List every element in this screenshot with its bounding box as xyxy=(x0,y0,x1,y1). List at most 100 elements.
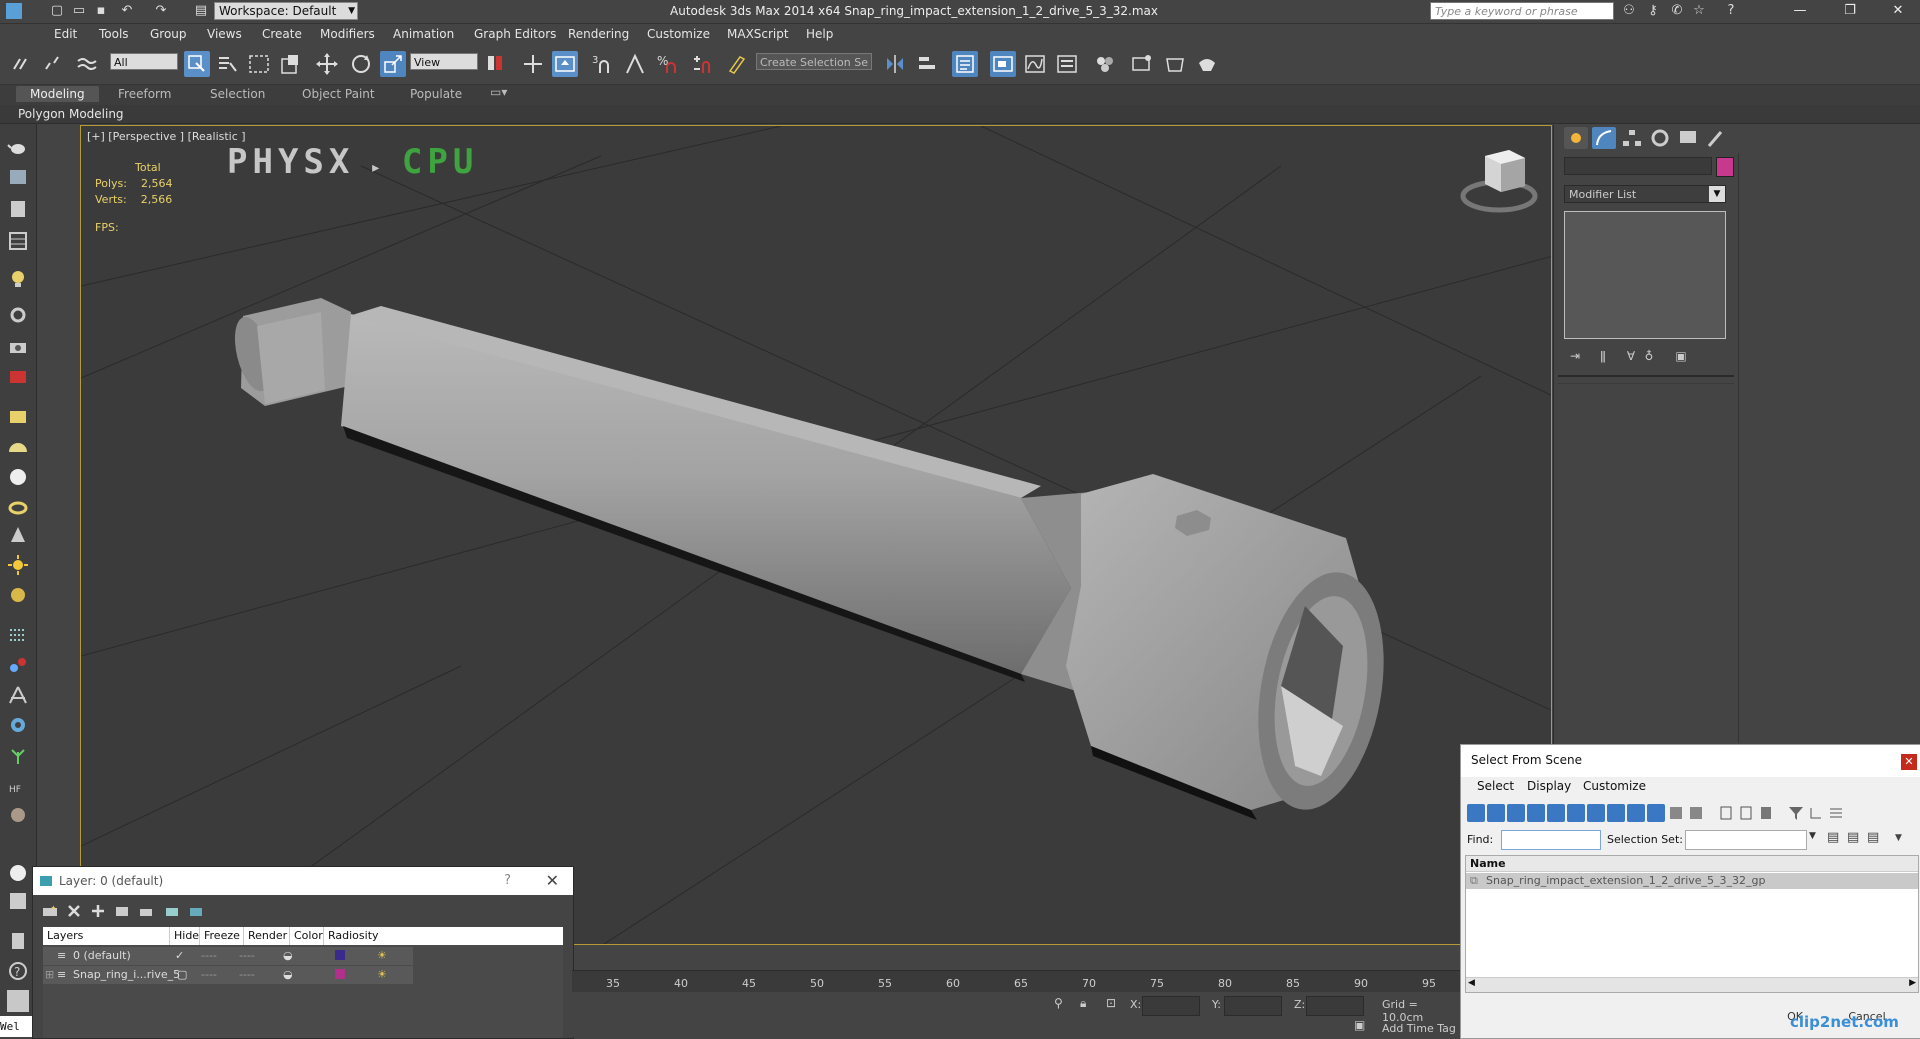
help-icon[interactable]: ? xyxy=(504,873,511,888)
keyboard-shortcut-override-icon[interactable] xyxy=(552,51,578,77)
column-header-render[interactable]: Render xyxy=(243,927,287,945)
open-file-icon[interactable]: ▭ xyxy=(70,2,88,20)
radiosity-icon[interactable]: ☀ xyxy=(377,966,387,984)
layer-row[interactable]: ⊞ ≡ Snap_ring_i...rive_5 ▢ ---- ---- ◒ ☀ xyxy=(43,966,413,984)
gold-sphere-icon[interactable] xyxy=(7,584,29,606)
particle-grid-icon[interactable] xyxy=(7,624,29,646)
menu-edit[interactable]: Edit xyxy=(54,27,77,41)
object-color-swatch[interactable] xyxy=(1716,157,1734,177)
tab-freeform[interactable]: Freeform xyxy=(118,87,171,101)
reference-coordinate-dropdown[interactable]: View xyxy=(410,53,478,70)
help-icon[interactable]: ? xyxy=(1722,2,1740,20)
display-children-icon[interactable] xyxy=(1807,804,1825,822)
close-icon[interactable]: ✕ xyxy=(1878,0,1918,22)
hide-toggle[interactable]: ---- xyxy=(201,947,217,965)
display-cameras-icon[interactable] xyxy=(1527,804,1545,822)
add-to-selection-set-icon[interactable]: ▤ xyxy=(1847,830,1859,845)
display-lights-icon[interactable] xyxy=(1507,804,1525,822)
column-header-layers[interactable]: Layers xyxy=(43,927,83,945)
menu-tools[interactable]: Tools xyxy=(99,27,129,41)
favorites-star-icon[interactable]: ☆ xyxy=(1690,2,1708,20)
freeze-toggle[interactable]: ---- xyxy=(239,966,255,984)
box-primitive-icon[interactable] xyxy=(7,406,29,428)
invert-display-icon[interactable] xyxy=(1757,804,1775,822)
link-icon[interactable] xyxy=(8,51,34,77)
modify-tab-icon[interactable] xyxy=(1592,127,1616,149)
molecule-icon[interactable] xyxy=(7,654,29,676)
document-icon[interactable] xyxy=(7,930,29,952)
current-layer-check-icon[interactable]: ✓ xyxy=(175,947,184,965)
x-coordinate-field[interactable] xyxy=(1142,996,1200,1016)
tab-object-paint[interactable]: Object Paint xyxy=(302,87,375,101)
table-panel-icon[interactable] xyxy=(7,230,29,252)
sort-list-icon[interactable] xyxy=(1827,804,1845,822)
sfs-menu-select[interactable]: Select xyxy=(1477,779,1514,793)
render-teapot-icon[interactable]: ◒ xyxy=(283,966,293,984)
column-header-radiosity[interactable]: Radiosity xyxy=(323,927,379,945)
redo-icon[interactable]: ↷ xyxy=(152,2,170,20)
menu-maxscript[interactable]: MAXScript xyxy=(727,27,789,41)
layer-color-swatch[interactable] xyxy=(335,969,345,979)
tab-selection[interactable]: Selection xyxy=(210,87,265,101)
teapot-icon[interactable] xyxy=(7,136,29,158)
pin-stack-icon[interactable]: ⇥ xyxy=(1566,347,1584,365)
menu-animation[interactable]: Animation xyxy=(393,27,454,41)
layer-row[interactable]: ≡ 0 (default) ✓ ---- ---- ◒ ☀ xyxy=(43,947,413,965)
hemisphere-icon[interactable] xyxy=(7,436,29,458)
light-bulb-icon[interactable] xyxy=(7,268,29,290)
search-input[interactable]: Type a keyword or phrase xyxy=(1430,2,1614,20)
maxscript-mini-listener-icon[interactable] xyxy=(7,990,29,1012)
menu-customize[interactable]: Customize xyxy=(647,27,710,41)
chevron-down-icon[interactable]: ▼ xyxy=(1809,831,1816,841)
y-coordinate-field[interactable] xyxy=(1224,996,1282,1016)
plant-icon[interactable] xyxy=(7,744,29,766)
menu-create[interactable]: Create xyxy=(262,27,302,41)
delete-layer-icon[interactable] xyxy=(65,902,83,920)
hierarchy-tab-icon[interactable] xyxy=(1620,127,1644,149)
tripod-icon[interactable] xyxy=(7,684,29,706)
camera-icon[interactable] xyxy=(7,336,29,358)
filter-icon[interactable] xyxy=(1787,804,1805,822)
absolute-mode-icon[interactable]: ⊡ xyxy=(1106,996,1116,1010)
column-header-freeze[interactable]: Freeze xyxy=(199,927,240,945)
select-object-icon[interactable] xyxy=(184,51,210,77)
cone-icon[interactable] xyxy=(7,524,29,546)
display-bones-icon[interactable] xyxy=(1627,804,1645,822)
render-teapot-icon[interactable]: ◒ xyxy=(283,947,293,965)
curve-editor-icon[interactable] xyxy=(1022,51,1048,77)
selection-lock-icon[interactable]: ⚲ xyxy=(1054,996,1063,1010)
column-header-color[interactable]: Color xyxy=(289,927,323,945)
window-crossing-icon[interactable] xyxy=(278,51,304,77)
perspective-viewport[interactable]: [+] [Perspective ] [Realistic ] Total Po… xyxy=(80,125,1552,945)
render-production-icon[interactable] xyxy=(1194,51,1220,77)
torus-icon[interactable] xyxy=(7,496,29,518)
restore-icon[interactable]: ❐ xyxy=(1830,0,1870,22)
scene-explorer-icon[interactable] xyxy=(952,51,978,77)
create-selection-set-icon[interactable]: ▤ xyxy=(1827,830,1839,845)
workspace-dropdown[interactable]: Workspace: Default ▼ xyxy=(214,2,358,20)
column-header-name[interactable]: Name xyxy=(1466,856,1918,872)
sun-light-icon[interactable] xyxy=(7,554,29,576)
edit-named-selection-icon[interactable] xyxy=(724,51,750,77)
percent-snap-icon[interactable]: % xyxy=(654,51,680,77)
timeline-ruler[interactable]: 35 40 45 50 55 60 65 70 75 80 85 90 95 xyxy=(572,970,1460,993)
selection-set-dropdown[interactable] xyxy=(1685,830,1807,850)
utilities-tab-icon[interactable] xyxy=(1704,127,1728,149)
minimize-icon[interactable]: — xyxy=(1780,0,1820,22)
layer-explorer-icon[interactable] xyxy=(990,51,1016,77)
highlight-selected-layer-icon[interactable] xyxy=(137,902,155,920)
add-to-layer-icon[interactable] xyxy=(89,902,107,920)
rectangular-selection-icon[interactable] xyxy=(246,51,272,77)
render-setup-icon[interactable] xyxy=(1128,51,1154,77)
find-input[interactable] xyxy=(1501,830,1601,850)
save-file-icon[interactable]: ▪ xyxy=(92,2,110,20)
angle-snap-icon[interactable] xyxy=(622,51,648,77)
mirror-icon[interactable] xyxy=(882,51,908,77)
display-none-icon[interactable] xyxy=(1737,804,1755,822)
make-unique-icon[interactable]: ∀ xyxy=(1622,347,1640,365)
named-selection-dropdown[interactable]: Create Selection Se xyxy=(756,53,872,70)
layer-name[interactable]: Snap_ring_i...rive_5 xyxy=(73,966,180,984)
menu-rendering[interactable]: Rendering xyxy=(568,27,629,41)
gear-icon[interactable] xyxy=(7,714,29,736)
display-shapes-icon[interactable] xyxy=(1487,804,1505,822)
